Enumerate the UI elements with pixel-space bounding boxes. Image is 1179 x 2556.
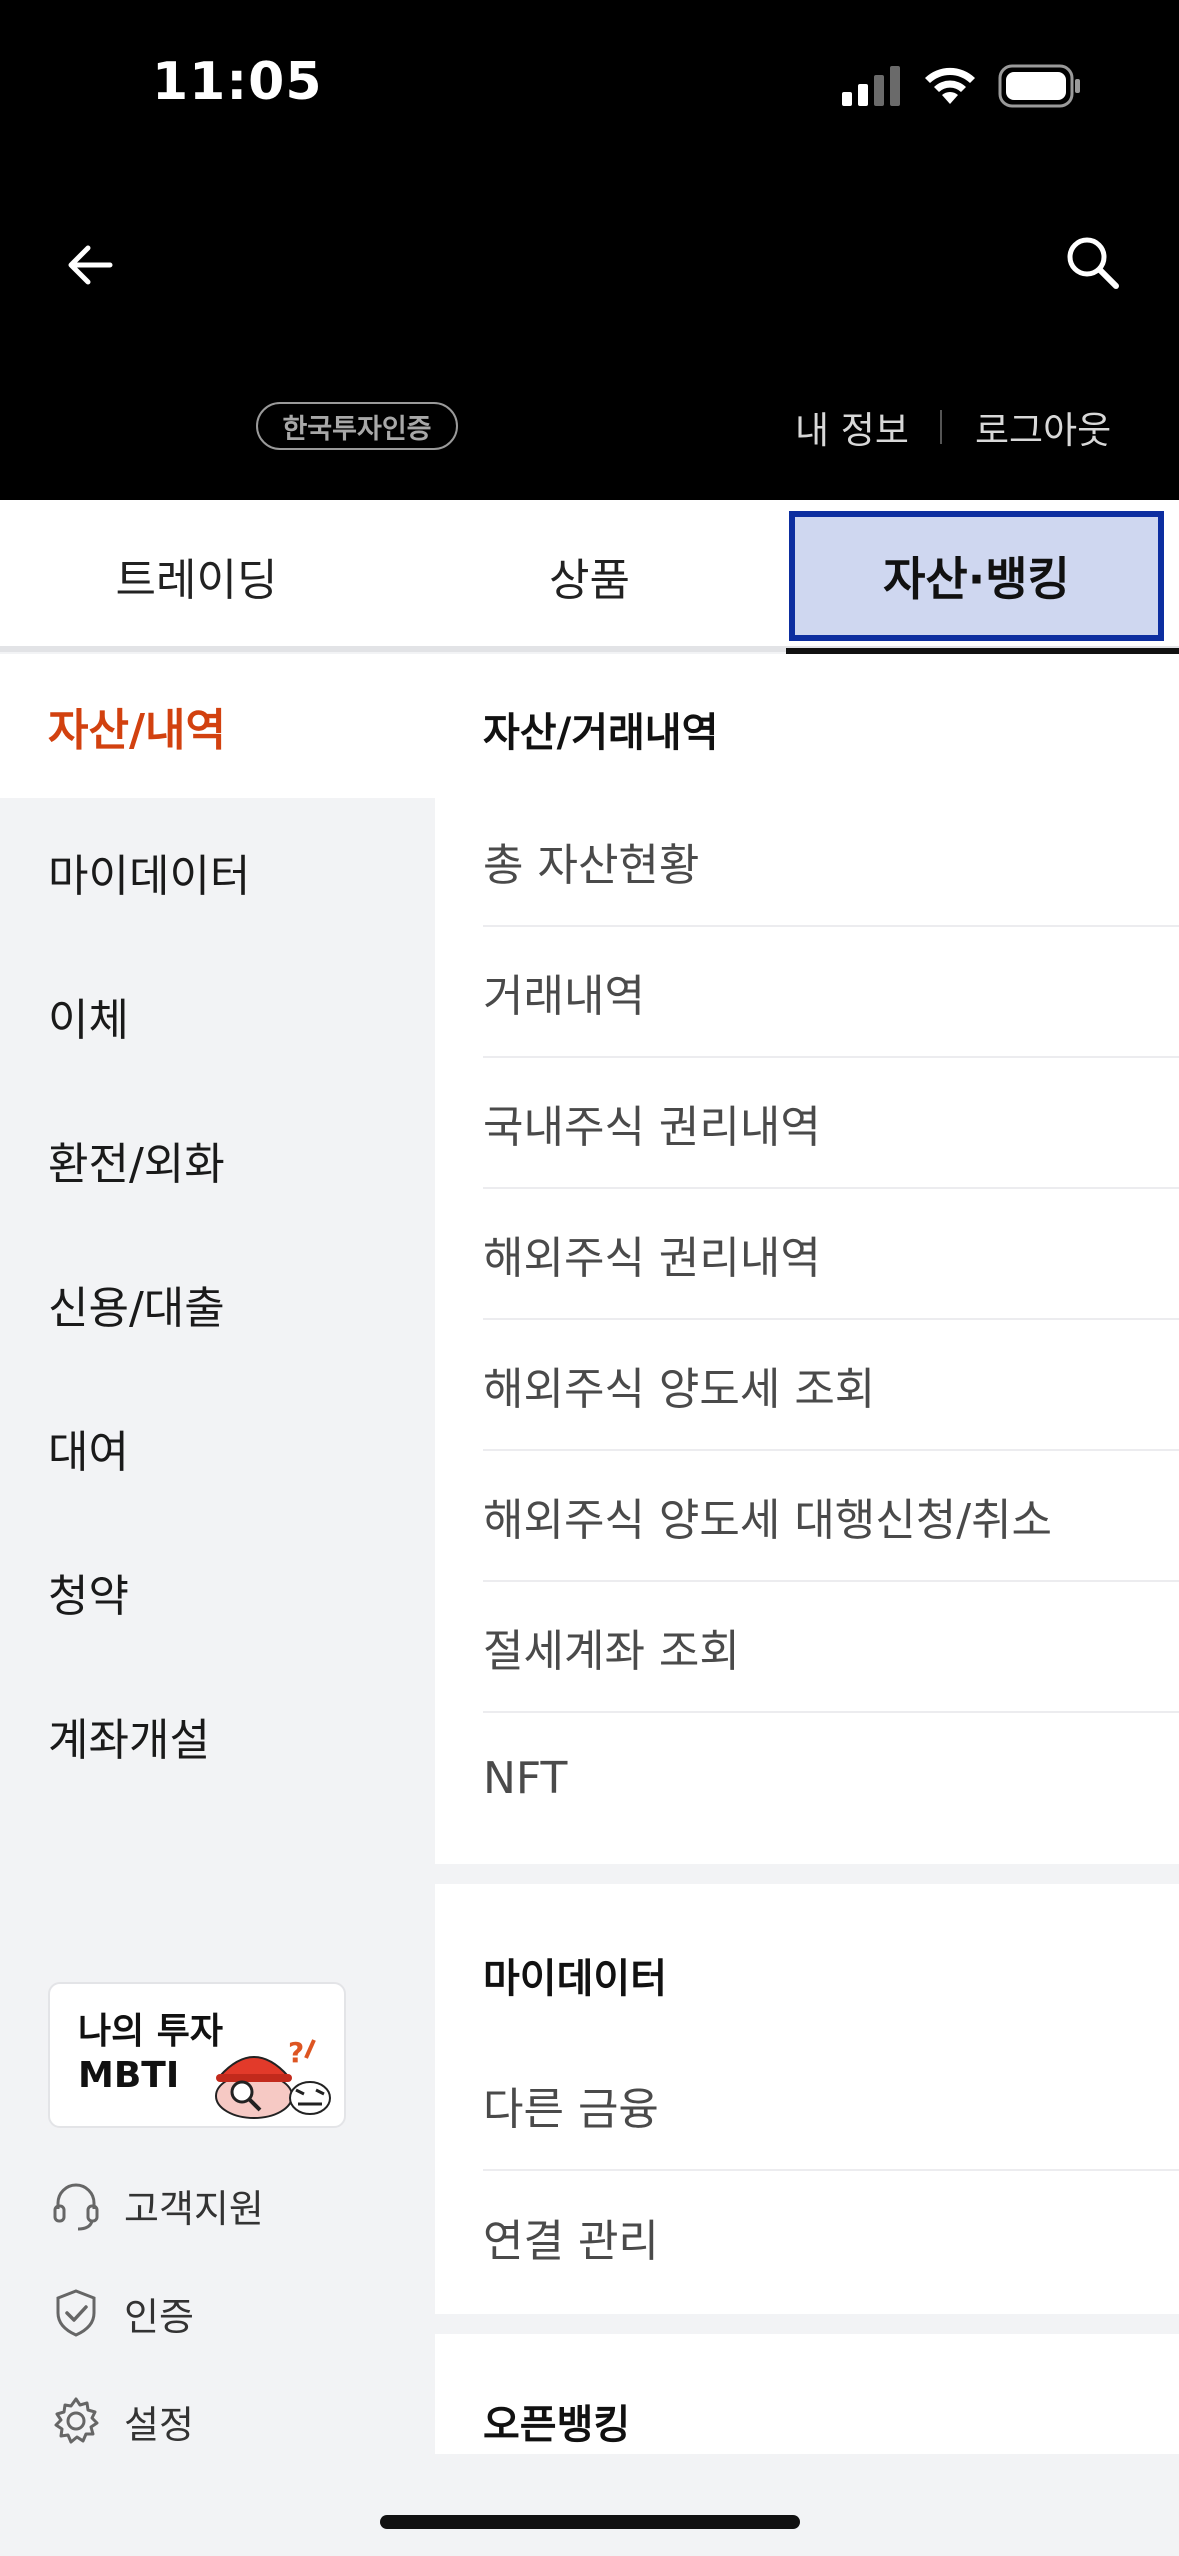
search-icon [1067,237,1119,289]
menu-total-assets[interactable]: 총 자산현황 [483,796,1179,927]
headset-icon [48,2177,104,2233]
mbti-line-1: 나의 투자 [78,2011,224,2052]
cert-badge[interactable]: 한국투자인증 [256,402,458,450]
menu-other-finance[interactable]: 다른 금융 [483,2040,1179,2171]
wifi-icon [922,64,978,110]
sidebar-item-mydata[interactable]: 마이데이터 [0,800,435,944]
arrow-left-icon [68,245,113,285]
menu-connection-management[interactable]: 연결 관리 [483,2171,1179,2302]
menu-nft[interactable]: NFT [483,1713,1179,1844]
customer-support-label: 고객지원 [124,2186,264,2231]
menu-overseas-stock-rights[interactable]: 해외주식 권리내역 [483,1189,1179,1320]
back-button[interactable] [50,225,130,305]
settings-label: 설정 [124,2402,194,2447]
cellular-signal-icon [842,66,904,110]
tab-trading[interactable]: 트레이딩 [0,500,393,652]
status-time: 11:05 [152,52,323,112]
header-divider [940,410,942,444]
mbti-line-2: MBTI [78,2055,180,2096]
sidebar-item-assets-history[interactable]: 자산/내역 [0,654,435,798]
section-title-assets-history: 자산/거래내역 [483,710,719,756]
gear-icon [48,2393,104,2449]
mbti-character-illustration: ? [210,2032,334,2124]
menu-overseas-capital-gains-tax[interactable]: 해외주식 양도세 조회 [483,1320,1179,1451]
section-title-mydata: 마이데이터 [483,1956,667,2002]
tab-products[interactable]: 상품 [393,500,786,652]
sidebar-item-subscription[interactable]: 청약 [0,1520,435,1664]
my-info-link[interactable]: 내 정보 [795,400,909,454]
sidebar-item-credit-loan[interactable]: 신용/대출 [0,1232,435,1376]
tab-assets-banking[interactable]: 자산·뱅킹 [789,511,1164,641]
customer-support-link[interactable]: 고객지원 [48,2170,264,2240]
menu-domestic-stock-rights[interactable]: 국내주식 권리내역 [483,1058,1179,1189]
svg-text:?: ? [288,2036,304,2069]
certification-label: 인증 [124,2294,194,2339]
battery-icon [998,64,1082,112]
menu-transaction-history[interactable]: 거래내역 [483,927,1179,1058]
settings-link[interactable]: 설정 [48,2386,194,2456]
sidebar-item-lending[interactable]: 대여 [0,1376,435,1520]
certification-link[interactable]: 인증 [48,2278,194,2348]
mbti-banner-text: 나의 투자 MBTI [78,2010,223,2098]
section-title-openbanking: 오픈뱅킹 [483,2402,631,2448]
sidebar-item-transfer[interactable]: 이체 [0,944,435,1088]
home-indicator[interactable] [380,2515,800,2529]
logout-link[interactable]: 로그아웃 [975,400,1111,454]
sidebar-item-exchange[interactable]: 환전/외화 [0,1088,435,1232]
menu-tax-saving-account[interactable]: 절세계좌 조회 [483,1582,1179,1713]
search-button[interactable] [1052,222,1132,302]
sidebar-item-account-open[interactable]: 계좌개설 [0,1664,435,1808]
shield-check-icon [48,2285,104,2341]
menu-overseas-tax-agency[interactable]: 해외주식 양도세 대행신청/취소 [483,1451,1179,1582]
mbti-banner[interactable]: 나의 투자 MBTI ? [48,1982,346,2128]
